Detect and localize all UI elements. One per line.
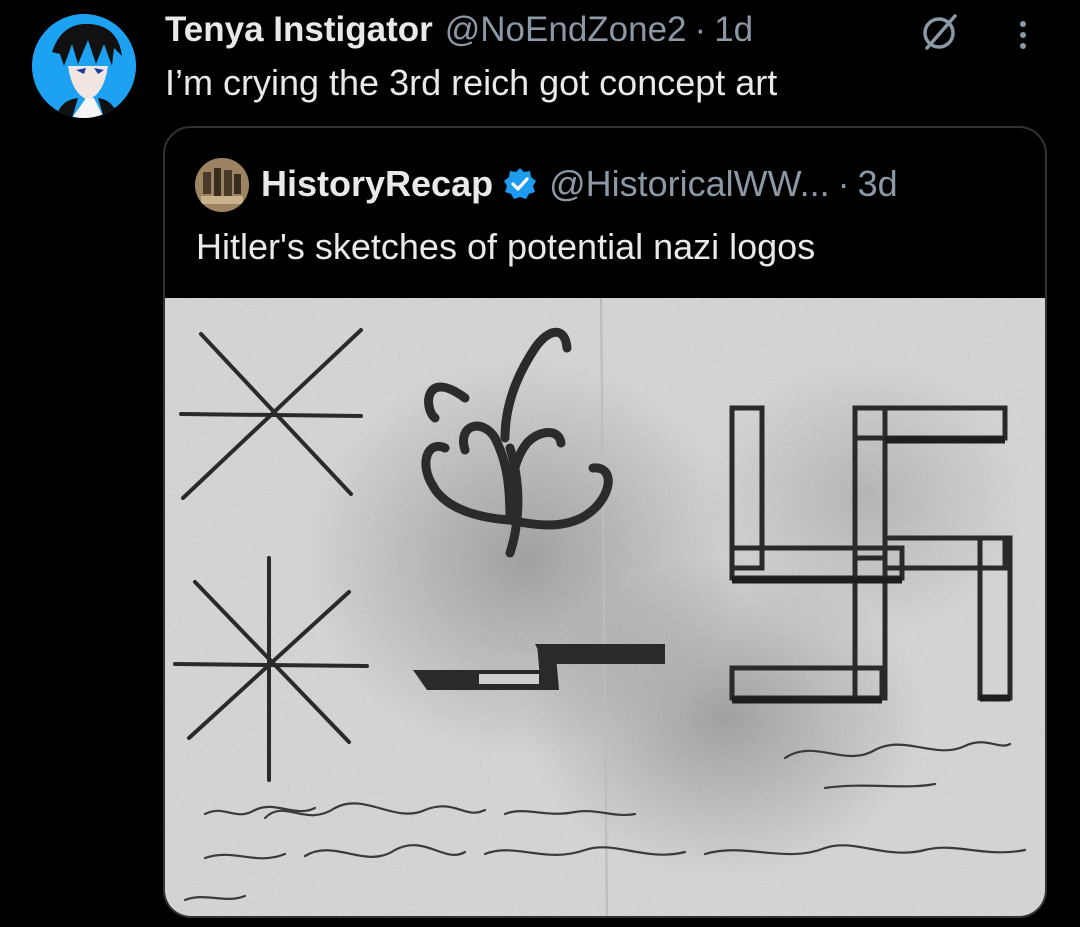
separator-dot: ·	[694, 10, 707, 49]
author-avatar[interactable]	[32, 14, 136, 118]
tweet-timestamp[interactable]: 1d	[714, 10, 753, 50]
quoted-tweet-image[interactable]	[165, 297, 1045, 916]
quoted-author-name[interactable]: HistoryRecap	[261, 163, 493, 205]
quoted-tweet-header: HistoryRecap @HistoricalWW... · 3d	[261, 157, 898, 211]
quoted-tweet-text: Hitler's sketches of potential nazi logo…	[196, 226, 816, 267]
quoted-separator-dot: ·	[837, 163, 850, 204]
quoted-tweet-card[interactable]: HistoryRecap @HistoricalWW... · 3d Hitle…	[163, 126, 1047, 918]
author-handle[interactable]: @NoEndZone2	[445, 10, 687, 50]
grok-icon[interactable]	[915, 12, 963, 52]
quoted-author-handle[interactable]: @HistoricalWW...	[549, 163, 830, 205]
tweet-text: I’m crying the 3rd reich got concept art	[165, 62, 778, 103]
quoted-author-avatar[interactable]	[195, 158, 249, 212]
author-name[interactable]: Tenya Instigator	[165, 10, 433, 50]
verified-badge-icon	[504, 168, 537, 199]
more-options-icon[interactable]	[1008, 14, 1038, 54]
quoted-tweet-timestamp[interactable]: 3d	[858, 163, 898, 205]
